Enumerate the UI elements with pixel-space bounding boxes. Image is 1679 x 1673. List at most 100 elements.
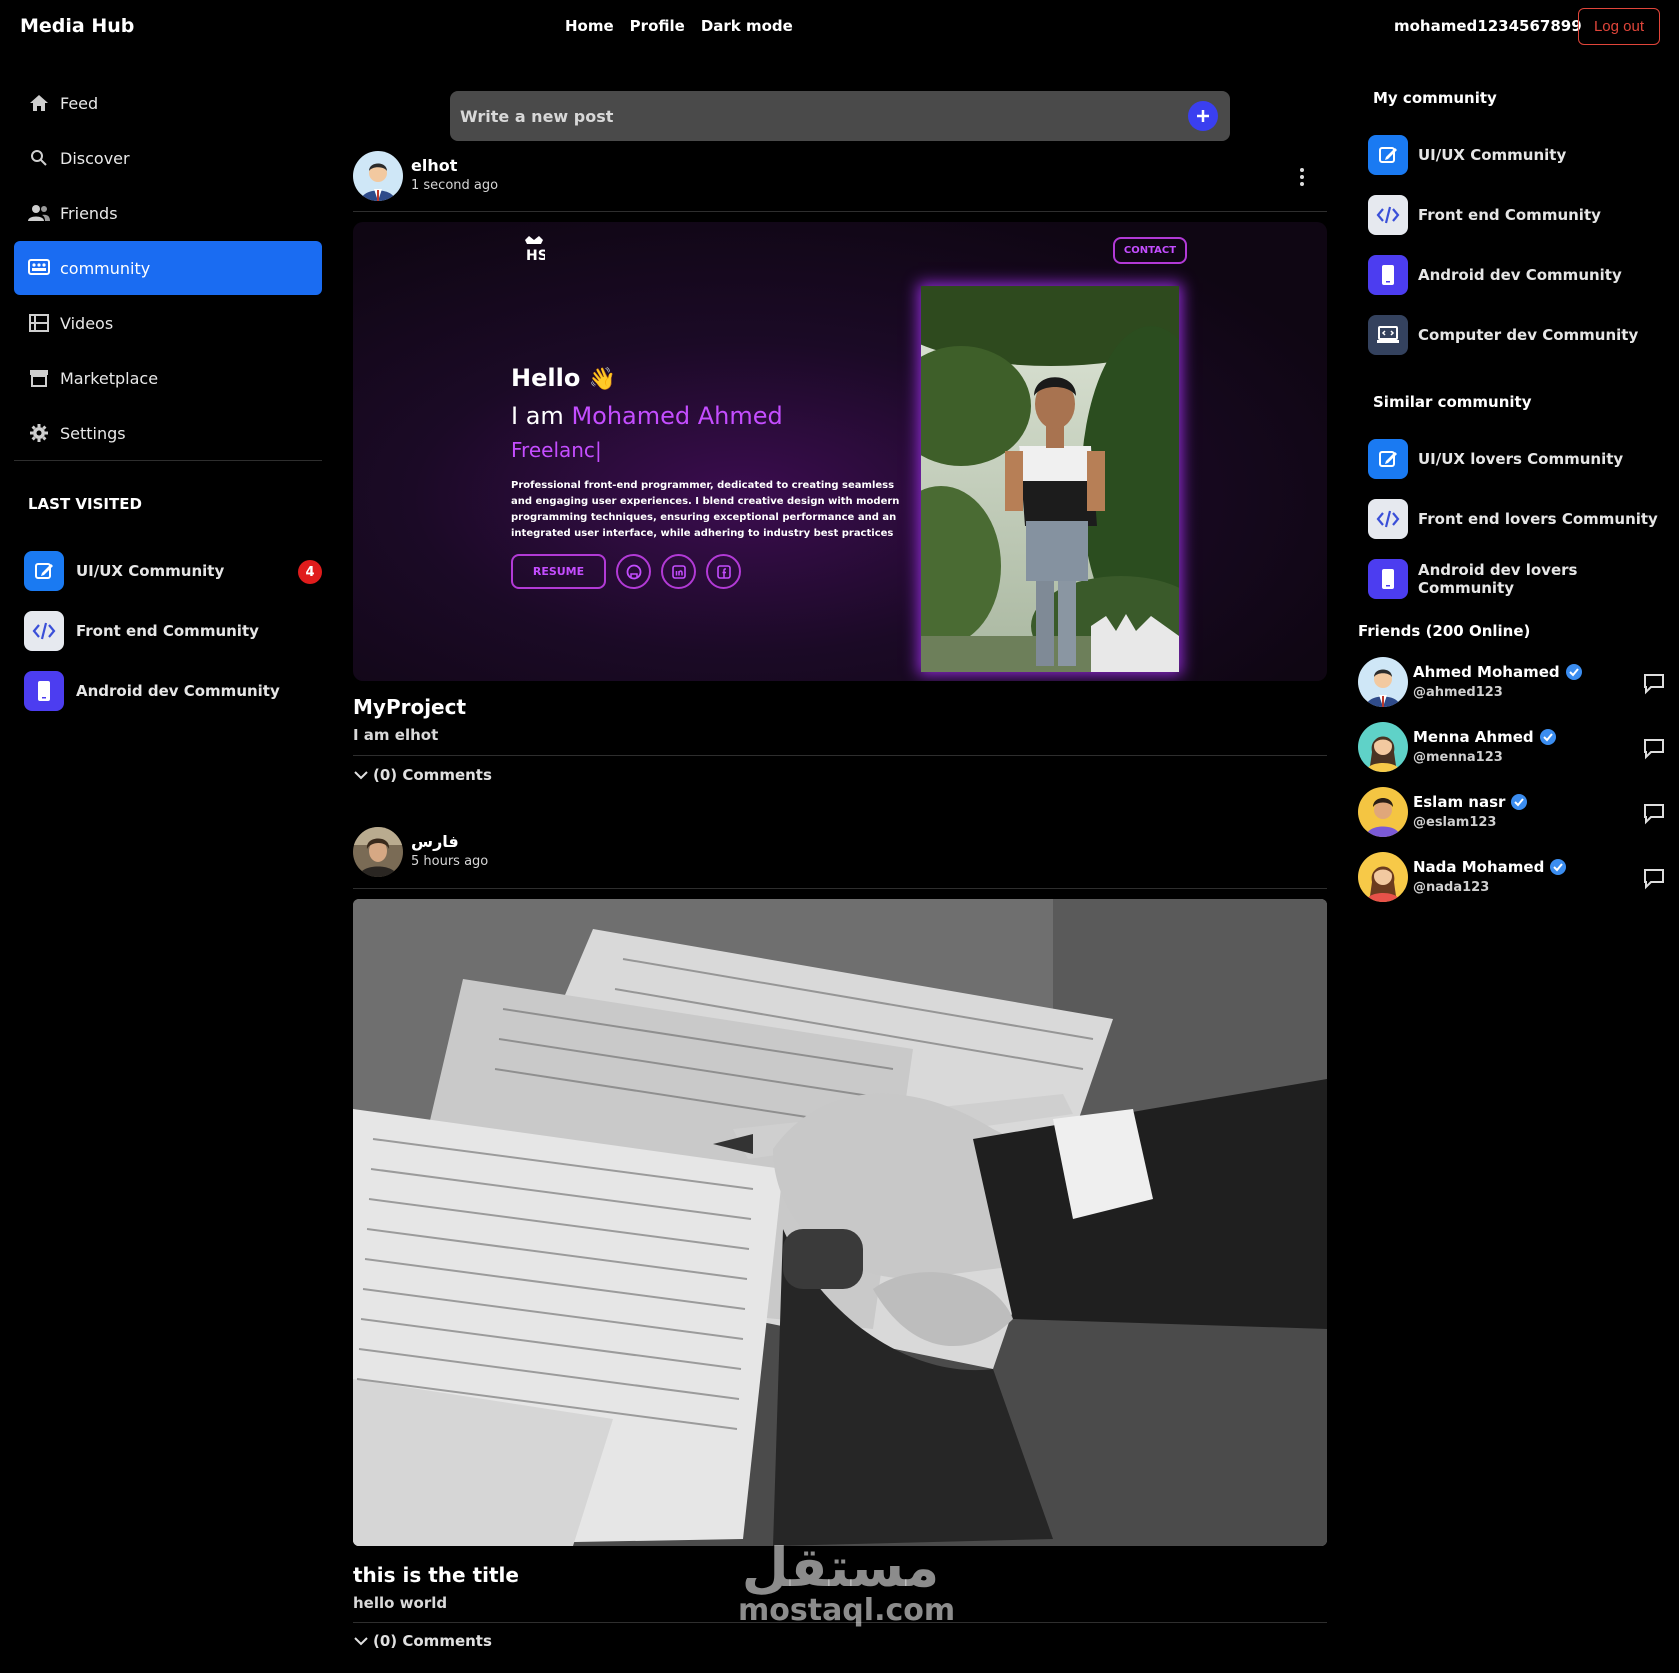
community-name: Android dev Community: [1418, 266, 1622, 284]
new-post-composer: [450, 91, 1230, 141]
comments-toggle[interactable]: (0) Comments: [353, 1632, 492, 1650]
community-item[interactable]: UI/UX lovers Community: [1368, 429, 1668, 489]
crown-logo-icon: HS: [525, 236, 545, 264]
preview-hello-heading: Hello 👋: [511, 364, 616, 392]
friend-handle: @nada123: [1413, 880, 1490, 895]
avatar[interactable]: [1358, 722, 1408, 772]
more-options-icon[interactable]: [1299, 167, 1309, 189]
sidebar-item-feed[interactable]: Feed: [14, 76, 322, 130]
avatar[interactable]: [1358, 657, 1408, 707]
sidebar-item-settings[interactable]: Settings: [14, 406, 322, 460]
sidebar-item-videos[interactable]: Videos: [14, 296, 322, 350]
preview-role-label: Freelanc: [511, 438, 595, 462]
facebook-icon: [706, 554, 741, 589]
community-item[interactable]: Computer dev Community: [1368, 305, 1668, 365]
sidebar-item-marketplace[interactable]: Marketplace: [14, 351, 322, 405]
last-visited-heading: LAST VISITED: [28, 495, 142, 513]
post-divider: [353, 755, 1327, 756]
last-visited-item[interactable]: UI/UX Community 4: [24, 541, 324, 601]
sidebar-item-label: community: [60, 258, 151, 278]
sidebar-item-label: Videos: [60, 313, 114, 333]
new-post-input[interactable]: [460, 91, 1160, 141]
post-header: elhot 1 second ago: [353, 151, 1327, 203]
sidebar-item-friends[interactable]: Friends: [14, 186, 322, 240]
code-icon: [1368, 195, 1408, 235]
chat-icon[interactable]: [1642, 671, 1666, 695]
left-sidebar-nav: Feed Discover Friends community Videos M…: [14, 76, 322, 461]
preview-role-text: Freelanc|: [511, 438, 602, 462]
home-icon: [28, 92, 50, 114]
preview-name-heading: I am Mohamed Ahmed: [511, 402, 783, 430]
post-image-writing-hands[interactable]: [353, 899, 1327, 1546]
community-name: Android dev Community: [76, 682, 280, 700]
verified-icon: [1539, 729, 1556, 745]
search-icon: [28, 147, 50, 169]
avatar[interactable]: [1358, 787, 1408, 837]
sidebar-item-discover[interactable]: Discover: [14, 131, 322, 185]
post-timestamp: 5 hours ago: [411, 854, 489, 869]
nav-home-link[interactable]: Home: [565, 17, 614, 35]
community-item[interactable]: UI/UX Community: [1368, 125, 1668, 185]
post-header: فارس 5 hours ago: [353, 827, 1327, 879]
chevron-down-icon: [354, 1637, 368, 1646]
watermark-arabic: مستقل: [741, 1536, 940, 1599]
sidebar-item-community[interactable]: community: [14, 241, 322, 295]
preview-iam-text: I am: [511, 402, 564, 430]
chevron-down-icon: [354, 771, 368, 780]
preview-description: Professional front-end programmer, dedic…: [511, 480, 900, 539]
chat-icon[interactable]: [1642, 866, 1666, 890]
sidebar-divider: [14, 460, 322, 461]
gear-icon: [28, 422, 50, 444]
post-image-portfolio-preview[interactable]: HS CONTACT Hello 👋 I am Mohamed Ahmed Fr…: [353, 222, 1327, 681]
top-nav-links: Home Profile Dark mode: [565, 17, 793, 35]
brand-logo[interactable]: Media Hub: [20, 15, 134, 37]
nav-dark-mode-link[interactable]: Dark mode: [701, 17, 793, 35]
community-name: Computer dev Community: [1418, 326, 1639, 344]
community-item[interactable]: Front end lovers Community: [1368, 489, 1668, 549]
logout-button[interactable]: Log out: [1578, 8, 1660, 45]
community-item[interactable]: Android dev Community: [1368, 245, 1668, 305]
community-item[interactable]: Front end Community: [1368, 185, 1668, 245]
verified-icon: [1565, 664, 1582, 680]
last-visited-item[interactable]: Android dev Community: [24, 661, 324, 721]
add-post-button[interactable]: [1188, 101, 1218, 131]
friend-item[interactable]: Eslam nasr @eslam123: [1358, 787, 1668, 852]
chat-icon[interactable]: [1642, 801, 1666, 825]
last-visited-item[interactable]: Front end Community: [24, 601, 324, 661]
community-item[interactable]: Android dev lovers Community: [1368, 549, 1668, 609]
friend-handle: @menna123: [1413, 750, 1503, 765]
similar-community-list: UI/UX lovers Community Front end lovers …: [1368, 429, 1668, 609]
linkedin-icon: [661, 554, 696, 589]
plus-icon: [1197, 110, 1209, 122]
sidebar-item-label: Settings: [60, 423, 126, 443]
nav-profile-link[interactable]: Profile: [630, 17, 685, 35]
github-icon: [616, 554, 651, 589]
friend-name: Menna Ahmed: [1413, 728, 1557, 746]
post-body: hello world: [353, 1594, 448, 1612]
sidebar-item-label: Feed: [60, 93, 99, 113]
friend-handle: @ahmed123: [1413, 685, 1503, 700]
avatar[interactable]: [353, 151, 403, 201]
verified-icon: [1511, 794, 1528, 810]
post-author[interactable]: فارس: [411, 832, 459, 851]
community-name: Front end lovers Community: [1418, 510, 1658, 528]
post-author[interactable]: elhot: [411, 156, 457, 175]
last-visited-list: UI/UX Community 4 Front end Community An…: [24, 541, 324, 721]
avatar[interactable]: [1358, 852, 1408, 902]
comments-toggle[interactable]: (0) Comments: [353, 766, 492, 784]
friend-name-text: Menna Ahmed: [1413, 728, 1534, 746]
friend-name: Nada Mohamed: [1413, 858, 1567, 876]
watermark: مستقل mostaql.com: [738, 1536, 955, 1626]
comments-count: (0) Comments: [373, 766, 492, 784]
friend-item[interactable]: Ahmed Mohamed @ahmed123: [1358, 657, 1668, 722]
preview-name-text: Mohamed Ahmed: [571, 402, 783, 430]
chat-icon[interactable]: [1642, 736, 1666, 760]
avatar[interactable]: [353, 827, 403, 877]
current-username[interactable]: mohamed1234567899: [1394, 17, 1582, 35]
my-community-list: UI/UX Community Front end Community Andr…: [1368, 125, 1668, 365]
friend-item[interactable]: Nada Mohamed @nada123: [1358, 852, 1668, 917]
community-name: UI/UX Community: [1418, 146, 1567, 164]
friend-item[interactable]: Menna Ahmed @menna123: [1358, 722, 1668, 787]
waving-hand-icon: 👋: [588, 367, 617, 392]
phone-icon: [1368, 559, 1408, 599]
